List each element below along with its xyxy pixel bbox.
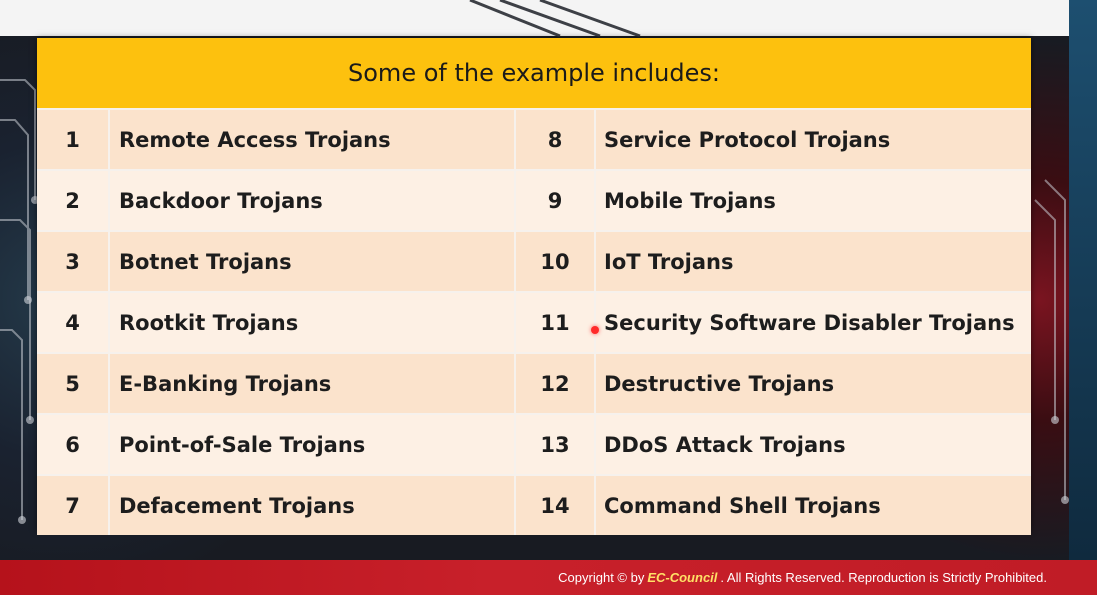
item-number: 7 <box>37 476 110 535</box>
item-number: 6 <box>37 415 110 474</box>
item-number: 10 <box>516 232 596 291</box>
item-number: 5 <box>37 354 110 413</box>
table-row: 2 Backdoor Trojans 9 Mobile Trojans <box>37 169 1031 230</box>
table-row: 3 Botnet Trojans 10 IoT Trojans <box>37 230 1031 291</box>
item-number: 2 <box>37 171 110 230</box>
item-name: Destructive Trojans <box>596 354 1031 413</box>
table-row: 4 Rootkit Trojans 11 Security Software D… <box>37 291 1031 352</box>
item-name: Botnet Trojans <box>110 232 516 291</box>
copyright-footer: Copyright © by EC-Council . All Rights R… <box>0 560 1097 595</box>
item-name: Command Shell Trojans <box>596 476 1031 535</box>
item-name: Defacement Trojans <box>110 476 516 535</box>
item-name: Service Protocol Trojans <box>596 110 1031 169</box>
item-name: Remote Access Trojans <box>110 110 516 169</box>
slide-panel: Some of the example includes: 1 Remote A… <box>37 38 1031 535</box>
brand-logo-text: EC-Council <box>647 570 718 585</box>
item-name: Rootkit Trojans <box>110 293 516 352</box>
item-number: 3 <box>37 232 110 291</box>
item-number: 4 <box>37 293 110 352</box>
table-row: 7 Defacement Trojans 14 Command Shell Tr… <box>37 474 1031 535</box>
table-row: 6 Point-of-Sale Trojans 13 DDoS Attack T… <box>37 413 1031 474</box>
item-number: 1 <box>37 110 110 169</box>
item-name: IoT Trojans <box>596 232 1031 291</box>
item-number: 9 <box>516 171 596 230</box>
item-number: 14 <box>516 476 596 535</box>
laser-pointer-dot <box>591 326 599 334</box>
trojan-types-table: 1 Remote Access Trojans 8 Service Protoc… <box>37 108 1031 535</box>
item-name: Security Software Disabler Trojans <box>596 293 1031 352</box>
item-name: Mobile Trojans <box>596 171 1031 230</box>
copyright-suffix: . All Rights Reserved. Reproduction is S… <box>720 570 1047 585</box>
item-name: E-Banking Trojans <box>110 354 516 413</box>
item-number: 8 <box>516 110 596 169</box>
right-edge-strip <box>1069 0 1097 560</box>
slide-header: Some of the example includes: <box>37 38 1031 108</box>
item-name: DDoS Attack Trojans <box>596 415 1031 474</box>
table-row: 1 Remote Access Trojans 8 Service Protoc… <box>37 108 1031 169</box>
item-number: 12 <box>516 354 596 413</box>
copyright-prefix: Copyright © by <box>558 570 645 585</box>
item-name: Backdoor Trojans <box>110 171 516 230</box>
item-number: 11 <box>516 293 596 352</box>
item-number: 13 <box>516 415 596 474</box>
table-row: 5 E-Banking Trojans 12 Destructive Troja… <box>37 352 1031 413</box>
item-name: Point-of-Sale Trojans <box>110 415 516 474</box>
